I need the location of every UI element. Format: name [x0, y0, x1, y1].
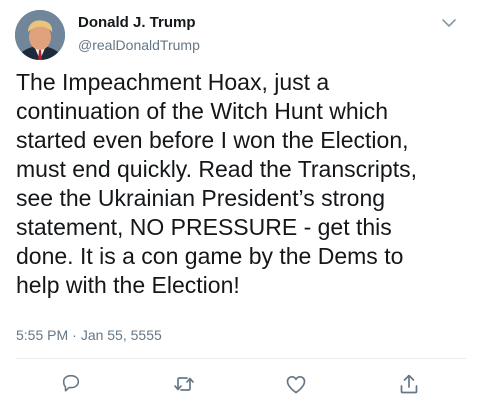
author-name[interactable]: Donald J. Trump	[78, 14, 196, 32]
share-icon[interactable]	[397, 372, 421, 396]
tweet-date: Jan 55, 5555	[80, 327, 162, 343]
avatar-image	[15, 10, 65, 60]
retweet-icon[interactable]	[172, 372, 196, 396]
like-icon[interactable]	[284, 372, 308, 396]
tweet-card: Donald J. Trump @realDonaldTrump The Imp…	[0, 0, 480, 410]
avatar[interactable]	[15, 10, 65, 60]
tweet-timestamp[interactable]: 5:55 PM · Jan 55, 5555	[16, 326, 162, 344]
action-bar	[0, 372, 480, 398]
chevron-down-icon[interactable]	[440, 14, 458, 32]
tweet-text: The Impeachment Hoax, just a continuatio…	[16, 69, 417, 298]
tweet-time: 5:55 PM	[16, 327, 69, 343]
meta-separator: ·	[72, 327, 77, 343]
reply-icon[interactable]	[60, 372, 84, 396]
author-handle[interactable]: @realDonaldTrump	[78, 36, 200, 54]
divider	[16, 358, 466, 359]
